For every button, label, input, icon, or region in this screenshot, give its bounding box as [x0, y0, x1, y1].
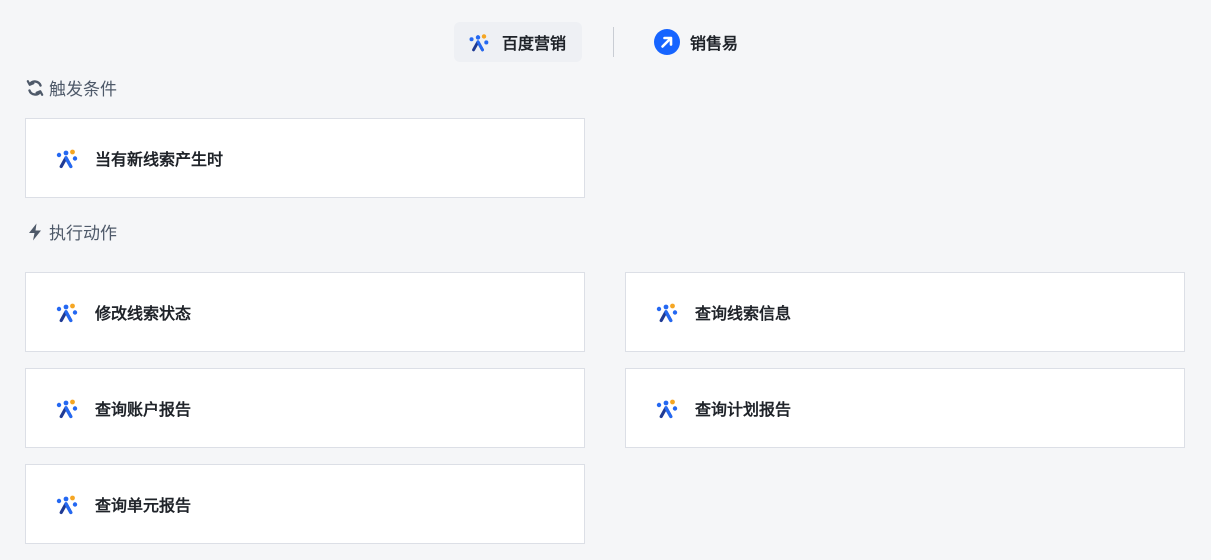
section-action-title: 执行动作: [25, 219, 117, 244]
action-card-query-account-report[interactable]: 查询账户报告: [25, 368, 585, 448]
card-label: 查询单元报告: [95, 496, 192, 515]
refresh-icon: [26, 79, 44, 96]
tab-label: 销售易: [690, 34, 739, 53]
tab-divider: [613, 27, 614, 57]
card-label: 查询计划报告: [695, 400, 792, 419]
action-card-query-unit-report[interactable]: 查询单元报告: [25, 464, 585, 544]
tab-baidu-marketing[interactable]: 百度营销: [454, 22, 582, 62]
action-card-query-lead-info[interactable]: 查询线索信息: [625, 272, 1185, 352]
baidu-marketing-icon: [53, 491, 79, 517]
card-label: 当有新线索产生时: [95, 150, 224, 169]
card-label: 查询账户报告: [95, 400, 192, 419]
workflow-app-picker: 百度营销 销售易 触发条件 当有新线索产生时 执行动作 修改线索状态 查询线索信…: [0, 0, 1211, 560]
section-trigger-title: 触发条件: [25, 75, 117, 100]
action-card-update-lead-status[interactable]: 修改线索状态: [25, 272, 585, 352]
section-action-label: 执行动作: [49, 224, 117, 244]
baidu-marketing-icon: [466, 30, 490, 54]
baidu-marketing-icon: [53, 299, 79, 325]
xiaoshouyi-arrow-icon: [654, 29, 680, 55]
lightning-icon: [29, 223, 41, 240]
baidu-marketing-icon: [653, 299, 679, 325]
baidu-marketing-icon: [53, 145, 79, 171]
action-card-query-plan-report[interactable]: 查询计划报告: [625, 368, 1185, 448]
trigger-card-new-lead[interactable]: 当有新线索产生时: [25, 118, 585, 198]
app-tabs: 百度营销 销售易: [0, 22, 1211, 62]
card-label: 修改线索状态: [95, 304, 192, 323]
section-trigger-label: 触发条件: [49, 80, 117, 100]
card-label: 查询线索信息: [695, 304, 792, 323]
tab-xiaoshouyi[interactable]: 销售易: [650, 22, 760, 62]
baidu-marketing-icon: [653, 395, 679, 421]
baidu-marketing-icon: [53, 395, 79, 421]
tab-label: 百度营销: [502, 34, 567, 53]
